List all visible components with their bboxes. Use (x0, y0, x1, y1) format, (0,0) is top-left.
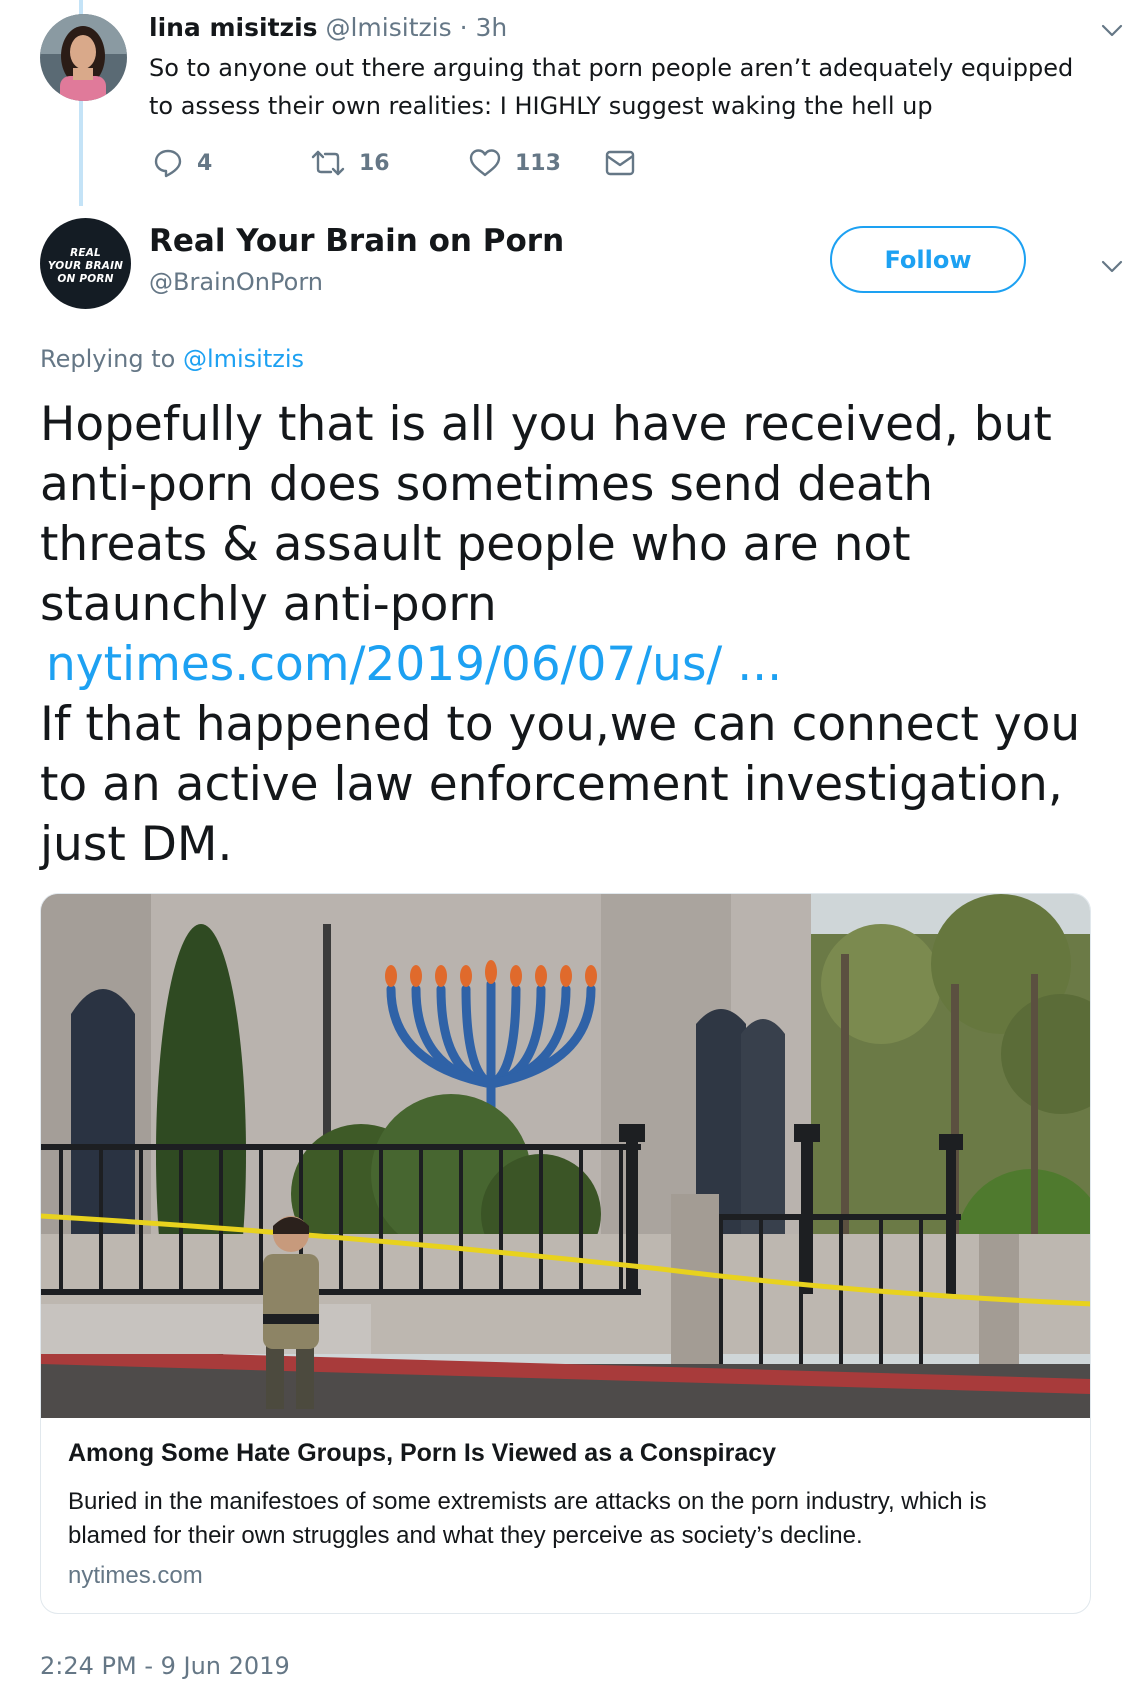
direct-message-action[interactable] (605, 145, 635, 181)
avatar[interactable] (40, 14, 127, 101)
envelope-icon (605, 150, 635, 176)
separator-dot: · (459, 13, 468, 42)
link-preview-card[interactable]: Among Some Hate Groups, Porn Is Viewed a… (40, 893, 1091, 1614)
article-image (41, 894, 1090, 1418)
avatar-logo-line: REAL (70, 247, 101, 259)
avatar[interactable]: REAL YOUR BRAIN ON PORN (40, 218, 131, 309)
replying-to-label: Replying to (40, 345, 176, 373)
author-handle[interactable]: @lmisitzis (325, 13, 451, 42)
like-count: 113 (515, 150, 561, 176)
avatar-logo-line: ON PORN (57, 273, 114, 285)
retweet-icon (311, 150, 345, 176)
article-link[interactable]: nytimes.com/2019/06/07/us/ ... (40, 635, 1100, 695)
chevron-down-icon[interactable] (1101, 260, 1123, 274)
mention-link[interactable]: @lmisitzis (183, 345, 304, 373)
retweet-count: 16 (359, 150, 390, 176)
reply-action[interactable]: 4 (153, 145, 212, 181)
parent-tweet-header: lina misitzis @lmisitzis · 3h (149, 10, 1089, 46)
chevron-down-icon[interactable] (1101, 24, 1123, 38)
follow-button[interactable]: Follow (830, 226, 1026, 293)
heart-icon (469, 149, 501, 177)
retweet-action[interactable]: 16 (311, 145, 390, 181)
tweet-time[interactable]: 3h (475, 13, 507, 42)
author-name[interactable]: Real Your Brain on Porn (149, 223, 564, 259)
tweet-text-part1: Hopefully that is all you have received,… (40, 397, 1052, 632)
parent-tweet: lina misitzis @lmisitzis · 3h So to anyo… (149, 10, 1089, 125)
author-handle[interactable]: @BrainOnPorn (149, 268, 323, 296)
tweet-text: Hopefully that is all you have received,… (40, 395, 1100, 875)
avatar-logo-line: YOUR BRAIN (47, 260, 124, 272)
reply-icon (154, 149, 182, 178)
card-description: Buried in the manifestoes of some extrem… (68, 1488, 987, 1549)
like-action[interactable]: 113 (469, 145, 561, 181)
author-name[interactable]: lina misitzis (149, 13, 318, 42)
avatar-photo (40, 14, 127, 101)
reply-count: 4 (197, 150, 213, 176)
replying-to: Replying to @lmisitzis (40, 345, 304, 373)
card-title: Among Some Hate Groups, Porn Is Viewed a… (68, 1439, 777, 1467)
tweet-timestamp[interactable]: 2:24 PM - 9 Jun 2019 (40, 1652, 290, 1680)
tweet-text-part2: If that happened to you,we can connect y… (40, 697, 1081, 872)
card-domain: nytimes.com (68, 1562, 203, 1589)
tweet-text: So to anyone out there arguing that porn… (149, 54, 1074, 120)
